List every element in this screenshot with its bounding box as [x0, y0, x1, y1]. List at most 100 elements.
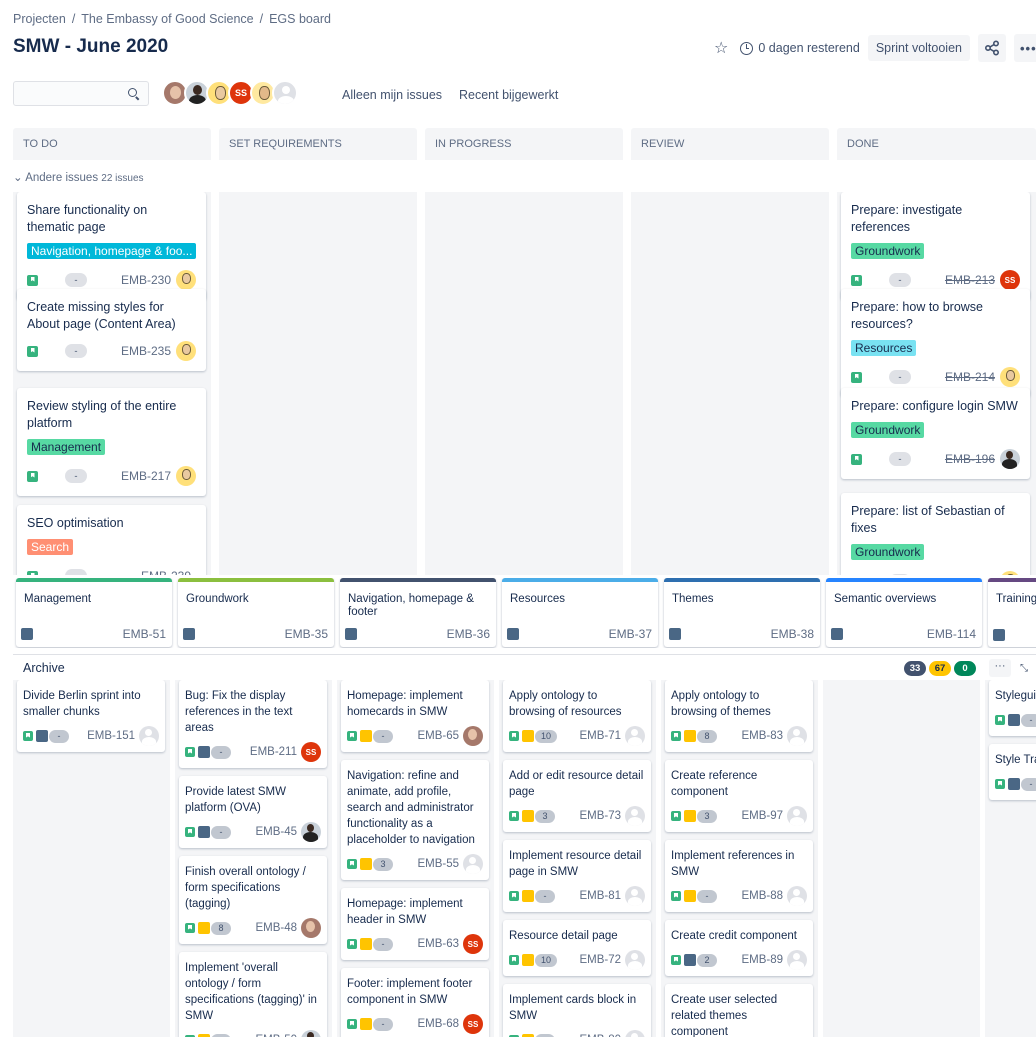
issue-card[interactable]: Add or edit resource detail page 3 EMB-73: [503, 760, 651, 832]
star-icon[interactable]: ☆: [714, 38, 728, 58]
issue-card[interactable]: Homepage: implement header in SMW - EMB-63…: [341, 888, 489, 960]
breadcrumb-project[interactable]: The Embassy of Good Science: [81, 12, 253, 26]
epic-card[interactable]: Resources EMB-37: [502, 578, 658, 647]
issue-card[interactable]: Navigation: refine and animate, add prof…: [341, 760, 489, 880]
issue-key[interactable]: EMB-89: [741, 954, 783, 966]
issue-card[interactable]: SEO optimisation Search - EMB-239: [17, 505, 206, 575]
issue-card[interactable]: Finish overall ontology / form specifica…: [179, 856, 327, 944]
issue-card[interactable]: Prepare: how to browse resources? Resourc…: [841, 289, 1030, 397]
issue-key[interactable]: EMB-235: [121, 344, 171, 358]
story-points: -: [889, 574, 911, 575]
more-actions-button[interactable]: •••: [1014, 34, 1036, 62]
issue-card[interactable]: Share functionality on thematic page Navi…: [17, 192, 206, 300]
issue-card[interactable]: Style Training -: [989, 744, 1036, 800]
epic-footer: EMB-37: [507, 627, 652, 641]
epic-icon: [507, 628, 519, 640]
avatar[interactable]: [272, 80, 298, 106]
issue-card[interactable]: Resource detail page 10 EMB-72: [503, 920, 651, 976]
story-points: 8: [211, 921, 231, 935]
share-button[interactable]: [978, 34, 1006, 62]
issue-card[interactable]: Prepare: investigate references Groundwor…: [841, 192, 1030, 300]
story-points: -: [373, 1017, 393, 1031]
card-footer: - EMB-211 SS: [185, 742, 321, 762]
issue-key[interactable]: EMB-81: [579, 890, 621, 902]
swimlane-header[interactable]: ⌄ Andere issues 22 issues: [13, 170, 144, 184]
issue-card[interactable]: Provide latest SMW platform (OVA) - EMB-45: [179, 776, 327, 848]
issue-key[interactable]: EMB-97: [741, 810, 783, 822]
breadcrumb-board[interactable]: EGS board: [269, 12, 331, 26]
issue-card[interactable]: Create missing styles for About page (Co…: [17, 289, 206, 371]
column-header-done: DONE: [837, 128, 1036, 160]
issue-card[interactable]: Implement cards block in SMW -EMB-80: [503, 984, 651, 1037]
epic-key: EMB-37: [608, 627, 652, 641]
epic-name: Resources: [510, 593, 565, 605]
issue-key[interactable]: EMB-45: [255, 826, 297, 838]
issue-key[interactable]: EMB-214: [945, 370, 995, 384]
complete-sprint-button[interactable]: Sprint voltooien: [867, 35, 970, 61]
issue-card[interactable]: Prepare: list of Sebastian of fixes Groun…: [841, 493, 1030, 575]
story-icon: [27, 570, 38, 575]
only-my-issues-filter[interactable]: Alleen mijn issues: [342, 88, 442, 102]
archive-header: Archive 33 67 0 ··· ⤡: [13, 654, 1036, 678]
issue-key[interactable]: EMB-65: [417, 730, 459, 742]
epic-key: EMB-114: [926, 627, 976, 641]
collapse-icon[interactable]: ⤡: [1020, 663, 1028, 674]
issue-key[interactable]: EMB-73: [579, 810, 621, 822]
card-footer: - EMB-81: [509, 886, 645, 906]
card-footer: - EMB-239: [27, 566, 196, 575]
issue-key[interactable]: EMB-196: [945, 452, 995, 466]
issue-card[interactable]: Apply ontology to browsing of resources 1…: [503, 680, 651, 752]
issue-card[interactable]: Divide Berlin sprint into smaller chunks…: [17, 680, 165, 752]
issue-key[interactable]: EMB-151: [87, 730, 135, 742]
unassigned-avatar: [625, 950, 645, 970]
issue-card[interactable]: Apply ontology to browsing of themes 8 EMB…: [665, 680, 813, 752]
issue-card[interactable]: Implement 'overall ontology / form speci…: [179, 952, 327, 1037]
story-icon: [185, 827, 195, 837]
issue-card[interactable]: Homepage: implement homecards in SMW - EMB…: [341, 680, 489, 752]
issue-card[interactable]: Bug: Fix the display references in the t…: [179, 680, 327, 768]
issue-card[interactable]: Create credit component 2 EMB-89: [665, 920, 813, 976]
epic-card[interactable]: Management EMB-51: [16, 578, 172, 647]
issue-key[interactable]: EMB-230: [121, 273, 171, 287]
issue-key[interactable]: EMB-239: [141, 569, 191, 575]
epic-card[interactable]: Groundwork EMB-35: [178, 578, 334, 647]
issue-key[interactable]: EMB-88: [741, 890, 783, 902]
epic-color-marker: [1008, 714, 1020, 726]
story-icon: [851, 453, 862, 465]
issue-card[interactable]: Prepare: configure login SMW Groundwork - E…: [841, 388, 1030, 479]
issue-card[interactable]: Footer: implement footer component in SM…: [341, 968, 489, 1037]
issue-key[interactable]: EMB-211: [250, 746, 297, 758]
epic-icon: [831, 628, 843, 640]
epic-card[interactable]: Training: [988, 578, 1036, 647]
unassigned-avatar: [625, 886, 645, 906]
issue-key[interactable]: EMB-71: [579, 730, 621, 742]
clock-icon: [740, 41, 754, 55]
issue-card[interactable]: Create reference component 3 EMB-97: [665, 760, 813, 832]
archive-column: Homepage: implement homecards in SMW - EMB…: [337, 680, 494, 1037]
issue-key[interactable]: EMB-213: [945, 273, 995, 287]
issue-key[interactable]: EMB-217: [121, 469, 171, 483]
issue-card[interactable]: Create user selected related themes comp…: [665, 984, 813, 1037]
search-input[interactable]: [13, 81, 149, 106]
issue-key[interactable]: EMB-72: [579, 954, 621, 966]
epic-card[interactable]: Navigation, homepage & footer EMB-36: [340, 578, 496, 647]
issue-key[interactable]: EMB-68: [417, 1018, 459, 1030]
issue-key[interactable]: EMB-48: [255, 922, 297, 934]
issue-card[interactable]: Review styling of the entire platform Man…: [17, 388, 206, 496]
time-remaining: 0 dagen resterend: [740, 41, 860, 55]
issue-key[interactable]: EMB-63: [417, 938, 459, 950]
issue-key[interactable]: EMB-83: [741, 730, 783, 742]
issue-key[interactable]: EMB-218: [945, 574, 995, 575]
story-points: -: [889, 452, 911, 466]
issue-card[interactable]: Styleguide training -: [989, 680, 1036, 736]
issue-card[interactable]: Implement references in SMW - EMB-88: [665, 840, 813, 912]
recently-updated-filter[interactable]: Recent bijgewerkt: [459, 88, 558, 102]
assignee-avatar: [1000, 449, 1020, 469]
issue-card[interactable]: Implement resource detail page in SMW - EM…: [503, 840, 651, 912]
epic-card[interactable]: Themes EMB-38: [664, 578, 820, 647]
breadcrumb-projects[interactable]: Projecten: [13, 12, 66, 26]
story-points: -: [65, 469, 87, 483]
archive-more-button[interactable]: ···: [989, 659, 1011, 677]
issue-key[interactable]: EMB-55: [417, 858, 459, 870]
epic-card[interactable]: Semantic overviews EMB-114: [826, 578, 982, 647]
